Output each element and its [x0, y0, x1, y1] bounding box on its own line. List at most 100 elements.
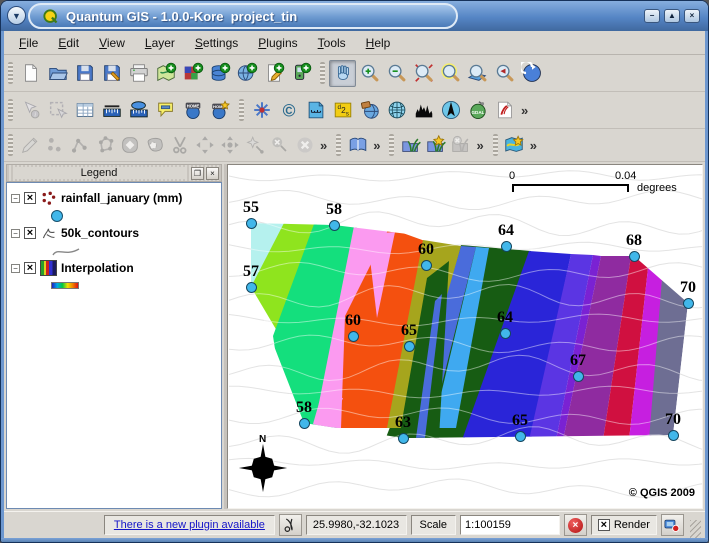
quick-print-button[interactable]	[491, 97, 518, 124]
mouse-position-toggle-button[interactable]	[279, 514, 302, 536]
map-canvas[interactable]: 555860646857706065646758636570 0 0.04 de…	[227, 164, 703, 509]
new-project-button[interactable]	[17, 60, 44, 87]
svg-text:i: i	[34, 112, 36, 119]
menu-view[interactable]: View	[90, 34, 134, 52]
open-attribute-table-button[interactable]	[71, 97, 98, 124]
layer-name-label[interactable]: rainfall_january (mm)	[61, 191, 182, 205]
add-postgis-layer-button[interactable]	[206, 60, 233, 87]
render-checkbox-box[interactable]: ×	[598, 519, 610, 531]
tree-expander[interactable]: −	[11, 229, 20, 238]
resize-grip[interactable]	[690, 520, 701, 538]
open-project-button[interactable]	[44, 60, 71, 87]
move-feature-button	[192, 133, 217, 158]
zoom-last-button[interactable]	[491, 60, 518, 87]
legend-panel: Legend ❐ × −×rainfall_january (mm)−×50k_…	[6, 164, 222, 509]
menu-plugins[interactable]: Plugins	[249, 34, 306, 52]
graticule-creator-button[interactable]	[383, 97, 410, 124]
save-project-button[interactable]	[71, 60, 98, 87]
zoom-full-extent-button[interactable]	[410, 60, 437, 87]
print-composer-button[interactable]	[502, 133, 527, 158]
grass-edit-button[interactable]	[345, 133, 370, 158]
new-bookmark-button[interactable]: HOME	[206, 97, 233, 124]
gdal-tools-button[interactable]: GDAL	[464, 97, 491, 124]
close-panel-button[interactable]: ×	[206, 167, 219, 180]
maximize-button[interactable]: ▲	[664, 9, 680, 23]
toolbar-overflow-chevron[interactable]: »	[317, 138, 330, 153]
grass-open-mapset-button[interactable]	[398, 133, 423, 158]
zoom-to-layer-button[interactable]	[464, 60, 491, 87]
layer-name-label[interactable]: 50k_contours	[61, 226, 139, 240]
toolbar-overflow-chevron[interactable]: »	[527, 138, 540, 153]
toolbar-attributes-plugins: i HOMEHOME © d2s GDAL »	[4, 92, 705, 129]
copyright-label-button[interactable]: ©	[275, 97, 302, 124]
show-bookmarks-button[interactable]: HOME	[179, 97, 206, 124]
dxf2shape-button[interactable]: d2s	[329, 97, 356, 124]
toolbar-handle[interactable]	[320, 62, 325, 84]
geoprocessing-button[interactable]	[356, 97, 383, 124]
raster-histogram-button[interactable]	[410, 97, 437, 124]
toolbar-overflow-chevron[interactable]: »	[370, 138, 383, 153]
render-checkbox[interactable]: × Render	[591, 515, 657, 535]
measure-area-icon	[128, 99, 150, 121]
scale-bar-plugin-button[interactable]	[302, 97, 329, 124]
menu-tools[interactable]: Tools	[309, 34, 355, 52]
menu-file[interactable]: File	[10, 34, 47, 52]
zoom-out-button[interactable]	[383, 60, 410, 87]
zoom-out-icon	[386, 62, 408, 84]
menu-layer[interactable]: Layer	[136, 34, 184, 52]
toolbar-handle[interactable]	[8, 134, 13, 156]
toolbar-handle[interactable]	[239, 99, 244, 121]
measure-area-button[interactable]	[125, 97, 152, 124]
stop-render-button[interactable]: ×	[564, 514, 587, 536]
window-menu-button[interactable]: ▼	[7, 6, 26, 25]
menu-help[interactable]: Help	[357, 34, 400, 52]
legend-panel-titlebar[interactable]: Legend ❐ ×	[6, 164, 222, 182]
add-gps-layer-button[interactable]	[287, 60, 314, 87]
coordinate-capture-button[interactable]	[248, 97, 275, 124]
toolbar-handle[interactable]	[8, 62, 13, 84]
rainfall-value-label: 57	[229, 263, 273, 281]
layer-visibility-checkbox[interactable]: ×	[24, 262, 36, 274]
identify-button: i	[17, 97, 44, 124]
close-button[interactable]: ×	[684, 9, 700, 23]
toolbar-overflow-chevron[interactable]: »	[518, 103, 531, 118]
tree-expander[interactable]: −	[11, 264, 20, 273]
north-arrow-plugin-button[interactable]	[437, 97, 464, 124]
zoom-in-button[interactable]	[356, 60, 383, 87]
rainfall-value-label: 60	[331, 312, 375, 330]
title-bar[interactable]: ▼ Quantum GIS - 1.0.0-Kore project_tin −…	[1, 1, 708, 31]
menu-settings[interactable]: Settings	[186, 34, 247, 52]
map-tips-button[interactable]	[152, 97, 179, 124]
layer-visibility-checkbox[interactable]: ×	[24, 227, 36, 239]
scale-input[interactable]	[460, 515, 560, 535]
projection-status-button[interactable]	[661, 514, 684, 536]
tree-expander[interactable]: −	[11, 194, 20, 203]
grass-new-mapset-icon	[425, 134, 447, 156]
layer-name-label[interactable]: Interpolation	[61, 261, 134, 275]
add-ring-icon	[119, 134, 141, 156]
rainfall-value-label: 70	[666, 279, 703, 297]
plugin-message-link[interactable]: There is a new plugin available	[114, 519, 265, 531]
measure-line-button[interactable]	[98, 97, 125, 124]
add-vector-layer-button[interactable]	[152, 60, 179, 87]
add-raster-layer-button[interactable]	[179, 60, 206, 87]
toolbar-handle[interactable]	[389, 134, 394, 156]
save-project-as-button[interactable]	[98, 60, 125, 87]
toolbar-handle[interactable]	[8, 99, 13, 121]
zoom-to-selection-button[interactable]	[437, 60, 464, 87]
toolbar-handle[interactable]	[493, 134, 498, 156]
print-button[interactable]	[125, 60, 152, 87]
refresh-button[interactable]	[518, 60, 545, 87]
minimize-button[interactable]: −	[644, 9, 660, 23]
add-wms-layer-button[interactable]	[233, 60, 260, 87]
grass-new-mapset-button[interactable]	[423, 133, 448, 158]
map-tips-icon	[155, 99, 177, 121]
new-vector-layer-button[interactable]	[260, 60, 287, 87]
toolbar-overflow-chevron[interactable]: »	[473, 138, 486, 153]
menu-edit[interactable]: Edit	[49, 34, 88, 52]
toolbar-handle[interactable]	[336, 134, 341, 156]
float-panel-button[interactable]: ❐	[191, 167, 204, 180]
pan-button[interactable]	[329, 60, 356, 87]
split-features-icon	[169, 134, 191, 156]
layer-visibility-checkbox[interactable]: ×	[24, 192, 36, 204]
